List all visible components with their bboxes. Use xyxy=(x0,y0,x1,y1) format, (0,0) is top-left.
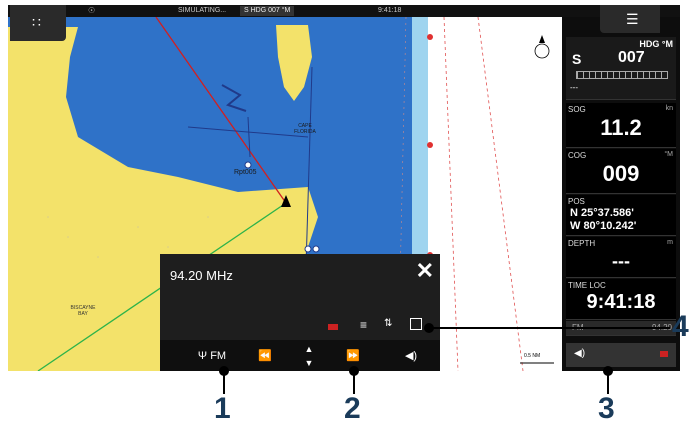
minimize-icon[interactable] xyxy=(410,318,422,330)
bay-label: BISCAYNE BAY xyxy=(70,305,96,317)
menu-button[interactable]: ☰ xyxy=(600,5,660,33)
callout-3: 3 xyxy=(598,392,615,425)
simulating-status: SIMULATING... xyxy=(178,7,227,14)
waypoint-label[interactable]: Rpt005 xyxy=(234,169,257,176)
equalizer-icon[interactable]: ⇅ xyxy=(384,318,392,329)
signal-icon xyxy=(328,324,338,330)
time-panel[interactable]: TIME LOC 9:41:18 xyxy=(566,279,676,320)
rewind-icon: ⏪ xyxy=(258,350,272,362)
heading-panel[interactable]: HDG °M S 007 --- xyxy=(566,37,676,100)
cog-panel[interactable]: COG °M 009 xyxy=(566,149,676,194)
cog-label: COG xyxy=(568,151,587,160)
heading-badge: S HDG 007 °M xyxy=(240,6,295,16)
cog-unit: °M xyxy=(664,151,673,158)
chartplotter-screen: CAPE FLORIDA Rpt005 BISCAYNE BAY 0.5 NM … xyxy=(8,5,680,371)
volume-icon: ◀) xyxy=(404,350,418,362)
sog-value: 11.2 xyxy=(600,115,642,140)
callout-2: 2 xyxy=(344,392,361,425)
pos-label: POS xyxy=(568,197,585,206)
close-icon: ✕ xyxy=(415,258,434,283)
list-icon[interactable]: ≡ xyxy=(360,318,367,332)
callout-marker-1 xyxy=(219,366,229,376)
sog-panel[interactable]: SOG kn 11.2 xyxy=(566,103,676,148)
tune-button[interactable]: ▲ ▼ xyxy=(294,340,324,371)
fast-forward-icon: ⏩ xyxy=(346,350,360,362)
sidebar-controls: ◀) xyxy=(566,343,676,367)
depth-panel[interactable]: DEPTH m --- xyxy=(566,237,676,278)
callout-marker-2 xyxy=(349,366,359,376)
scale-label: 0.5 NM xyxy=(524,353,541,359)
status-clock: 9:41:18 xyxy=(378,7,402,14)
status-bar: ∷ ☉ SIMULATING... S HDG 007 °M 9:41:18 xyxy=(8,5,680,41)
heading-prefix: S xyxy=(572,51,582,67)
band-label: FM xyxy=(210,350,227,362)
time-label: TIME LOC xyxy=(568,281,606,290)
tune-updown-icon: ▲ ▼ xyxy=(304,344,314,368)
position-panel[interactable]: POS N 25°37.586' W 80°10.242' xyxy=(566,195,676,236)
antenna-icon: Ψ xyxy=(197,350,208,362)
volume-button[interactable]: ◀) xyxy=(396,340,426,371)
rewind-button[interactable]: ⏪ xyxy=(250,340,280,371)
heading-sub: --- xyxy=(570,83,578,92)
heading-label: HDG °M xyxy=(639,39,673,49)
pos-lon: W 80°10.242' xyxy=(570,220,637,232)
sog-unit: kn xyxy=(665,105,673,112)
signal-icon xyxy=(660,351,668,357)
leader-line-4 xyxy=(430,327,670,329)
grid-icon: ∷ xyxy=(32,14,41,30)
radio-frequency: 94.20 MHz xyxy=(170,268,233,283)
volume-icon[interactable]: ◀) xyxy=(574,348,585,359)
heading-scale xyxy=(576,71,668,79)
radio-overlay: 94.20 MHz ✕ ≡ ⇅ Ψ FM ⏪ ▲ ▼ ⏩ ◀) xyxy=(160,254,440,371)
instrument-bar: HDG °M S 007 --- SOG kn 11.2 COG °M 009 … xyxy=(562,17,680,371)
sog-label: SOG xyxy=(568,105,586,114)
hamburger-icon: ☰ xyxy=(626,11,639,27)
callout-marker-3 xyxy=(603,366,613,376)
cape-florida-label: CAPE FLORIDA xyxy=(294,123,316,135)
callout-4: 4 xyxy=(672,310,689,343)
callout-marker-4 xyxy=(424,323,434,333)
close-button[interactable]: ✕ xyxy=(416,258,434,284)
depth-unit: m xyxy=(667,239,673,246)
heading-value: 007 xyxy=(618,49,645,66)
pos-lat: N 25°37.586' xyxy=(570,207,634,219)
radio-control-row: Ψ FM ⏪ ▲ ▼ ⏩ ◀) xyxy=(160,340,440,371)
depth-label: DEPTH xyxy=(568,239,596,248)
depth-value: --- xyxy=(612,251,630,271)
callout-1: 1 xyxy=(214,392,231,425)
time-value: 9:41:18 xyxy=(586,291,656,313)
globe-icon: ☉ xyxy=(88,6,96,15)
cog-value: 009 xyxy=(602,161,640,186)
apps-button[interactable]: ∷ xyxy=(10,5,66,41)
